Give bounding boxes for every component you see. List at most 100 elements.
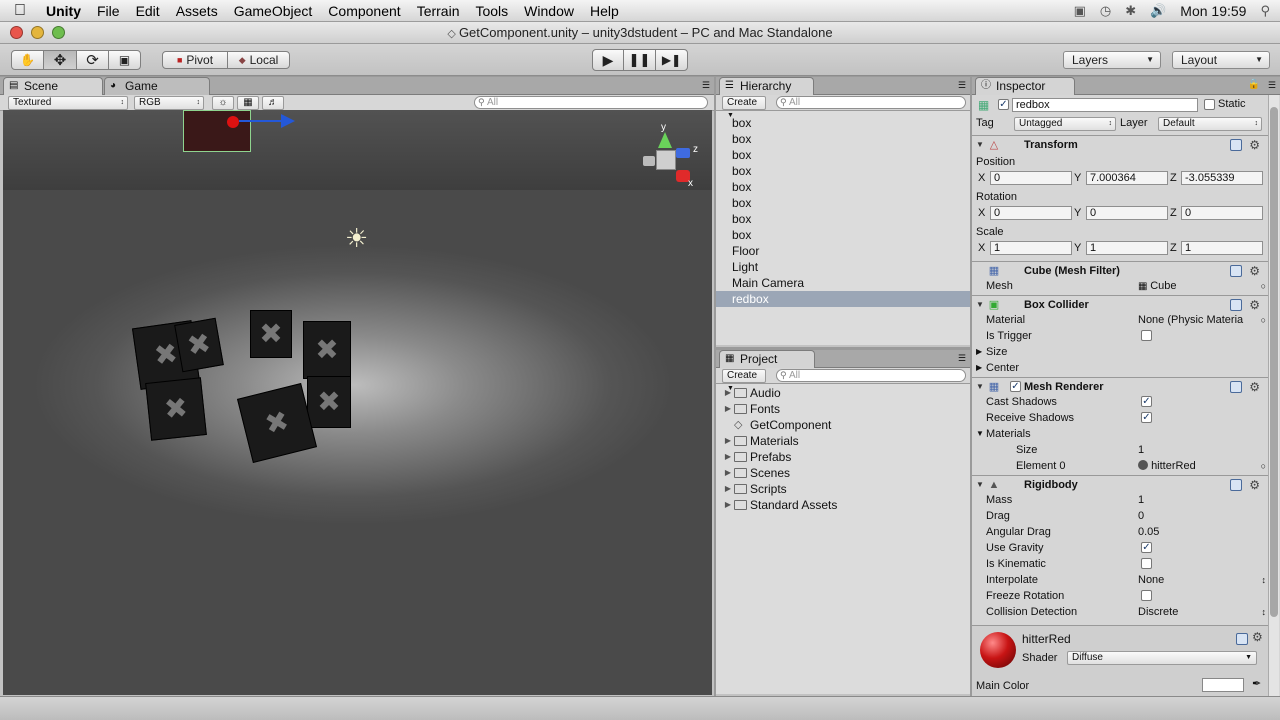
scene-orientation-gizmo[interactable]: y z x	[643, 122, 699, 192]
project-item-standard-assets[interactable]: ▶ Standard Assets	[716, 497, 970, 513]
gear-icon[interactable]: ⚙	[1249, 136, 1260, 154]
cast-shadows-checkbox[interactable]: ✓	[1141, 396, 1152, 407]
rotation-x-field[interactable]: 0	[990, 206, 1072, 220]
color-mode-dropdown[interactable]: RGB ↕	[134, 96, 204, 110]
layers-dropdown[interactable]: Layers ▼	[1063, 51, 1161, 69]
scale-tool-button[interactable]: ▣	[108, 50, 141, 70]
gizmo-center-cube[interactable]	[656, 150, 676, 170]
size-row[interactable]: ▶ Size	[972, 344, 1268, 360]
object-picker-icon[interactable]: ○	[1261, 278, 1266, 294]
hierarchy-item[interactable]: box	[716, 179, 970, 195]
transform-header[interactable]: ▼ △ Transform ⚙	[972, 135, 1268, 153]
box-object[interactable]: ✖	[174, 317, 224, 373]
object-name-input[interactable]: redbox	[1012, 98, 1198, 112]
project-search-input[interactable]: ⚲ All	[776, 369, 966, 382]
hierarchy-item[interactable]: box	[716, 131, 970, 147]
box-object[interactable]: ✖	[303, 321, 351, 379]
mesh-field[interactable]: ▦ Cube	[1138, 278, 1177, 295]
shader-dropdown[interactable]: Diffuse ▼	[1067, 651, 1257, 665]
help-book-icon[interactable]	[1230, 381, 1242, 393]
menu-tools[interactable]: Tools	[467, 3, 516, 19]
scene-viewport[interactable]: ☀ y z x ✖ ✖ ✖ ✖ ✖ ✖ ✖	[3, 110, 712, 695]
collision-detection-dropdown[interactable]: Discrete	[1138, 604, 1178, 620]
materials-size-field[interactable]: 1	[1138, 442, 1144, 458]
collider-material-field[interactable]: None (Physic Materia	[1138, 312, 1243, 328]
foldout-closed-icon[interactable]: ▶	[976, 344, 982, 360]
panel-menu-icon[interactable]: ☰	[1268, 80, 1276, 91]
pause-button[interactable]: ❚❚	[623, 49, 656, 71]
scale-z-field[interactable]: 1	[1181, 241, 1263, 255]
is-trigger-checkbox[interactable]	[1141, 330, 1152, 341]
gear-icon[interactable]: ⚙	[1252, 630, 1263, 644]
layer-dropdown[interactable]: Default ↕	[1158, 117, 1262, 131]
tab-inspector[interactable]: ⓘ Inspector	[975, 77, 1075, 95]
menu-gameobject[interactable]: GameObject	[226, 3, 321, 19]
rotation-y-field[interactable]: 0	[1086, 206, 1168, 220]
box-object[interactable]: ✖	[145, 377, 207, 441]
object-picker-icon[interactable]: ○	[1261, 312, 1266, 328]
project-item-getcomponent[interactable]: ◇ GetComponent	[716, 417, 970, 433]
scene-search-input[interactable]: ⚲ All	[474, 96, 708, 109]
project-create-dropdown[interactable]: Create ▼	[722, 369, 766, 392]
hierarchy-item[interactable]: box	[716, 163, 970, 179]
hierarchy-item[interactable]: box	[716, 211, 970, 227]
disclosure-triangle-icon[interactable]: ▶	[722, 401, 734, 417]
apple-menu-icon[interactable]: 	[14, 2, 38, 20]
play-button[interactable]: ▶	[592, 49, 624, 71]
gizmo-z-cone[interactable]	[676, 148, 690, 158]
menu-terrain[interactable]: Terrain	[409, 3, 468, 19]
menu-assets[interactable]: Assets	[168, 3, 226, 19]
project-item-prefabs[interactable]: ▶ Prefabs	[716, 449, 970, 465]
hierarchy-item[interactable]: Main Camera	[716, 275, 970, 291]
help-book-icon[interactable]	[1230, 299, 1242, 311]
mesh-filter-header[interactable]: ▦ Cube (Mesh Filter) ⚙	[972, 261, 1268, 279]
redbox-object[interactable]	[183, 110, 251, 152]
disclosure-triangle-icon[interactable]: ▶	[722, 433, 734, 449]
position-z-field[interactable]: -3.055339	[1181, 171, 1263, 185]
interpolate-dropdown[interactable]: None	[1138, 572, 1164, 588]
scrollbar-thumb[interactable]	[1270, 107, 1278, 617]
materials-row[interactable]: ▼ Materials	[972, 426, 1268, 442]
layout-dropdown[interactable]: Layout ▼	[1172, 51, 1270, 69]
updown-arrow-icon[interactable]: ↕	[1262, 604, 1267, 620]
position-x-field[interactable]: 0	[990, 171, 1072, 185]
hierarchy-item[interactable]: box	[716, 195, 970, 211]
updown-arrow-icon[interactable]: ↕	[1262, 572, 1267, 588]
mesh-renderer-enabled-checkbox[interactable]: ✓	[1010, 381, 1021, 392]
pivot-toggle-button[interactable]: ■ Pivot	[162, 51, 228, 69]
project-item-scenes[interactable]: ▶ Scenes	[716, 465, 970, 481]
tag-dropdown[interactable]: Untagged ↕	[1014, 117, 1116, 131]
project-item-materials[interactable]: ▶ Materials	[716, 433, 970, 449]
bluetooth-icon[interactable]: ✱	[1125, 3, 1136, 19]
camera-icon[interactable]: ▣	[1074, 3, 1086, 19]
element0-field[interactable]: hitterRed	[1138, 458, 1196, 474]
center-row[interactable]: ▶ Center	[972, 360, 1268, 376]
angular-drag-field[interactable]: 0.05	[1138, 524, 1159, 540]
render-mode-dropdown[interactable]: Textured ↕	[8, 96, 128, 110]
disclosure-triangle-icon[interactable]: ▶	[722, 481, 734, 497]
box-collider-header[interactable]: ▼ ▣ Box Collider ⚙	[972, 295, 1268, 313]
hand-tool-button[interactable]: ✋	[11, 50, 44, 70]
light-gizmo-icon[interactable]: ☀	[345, 225, 368, 251]
lighting-toggle[interactable]: ☼	[212, 96, 234, 110]
disclosure-triangle-icon[interactable]: ▶	[722, 465, 734, 481]
static-checkbox[interactable]	[1204, 99, 1215, 110]
scale-y-field[interactable]: 1	[1086, 241, 1168, 255]
menu-file[interactable]: File	[89, 3, 128, 19]
time-machine-icon[interactable]: ◷	[1100, 3, 1111, 19]
move-tool-button[interactable]: ✥	[43, 50, 77, 70]
tab-project[interactable]: ▦ Project	[719, 350, 815, 368]
hierarchy-item[interactable]: Floor	[716, 243, 970, 259]
lock-icon[interactable]: 🔒	[1248, 79, 1260, 90]
menu-component[interactable]: Component	[320, 3, 408, 19]
rigidbody-header[interactable]: ▼ ▲ Rigidbody ⚙	[972, 475, 1268, 493]
menubar-clock[interactable]: Mon 19:59	[1180, 3, 1246, 19]
main-color-swatch[interactable]	[1202, 678, 1244, 692]
project-item-fonts[interactable]: ▶ Fonts	[716, 401, 970, 417]
panel-menu-icon[interactable]: ☰	[702, 80, 710, 91]
active-checkbox[interactable]: ✓	[998, 99, 1009, 110]
panel-menu-icon[interactable]: ☰	[958, 353, 966, 364]
volume-icon[interactable]: 🔊	[1150, 3, 1166, 19]
move-gizmo-center[interactable]	[227, 116, 239, 128]
receive-shadows-checkbox[interactable]: ✓	[1141, 412, 1152, 423]
